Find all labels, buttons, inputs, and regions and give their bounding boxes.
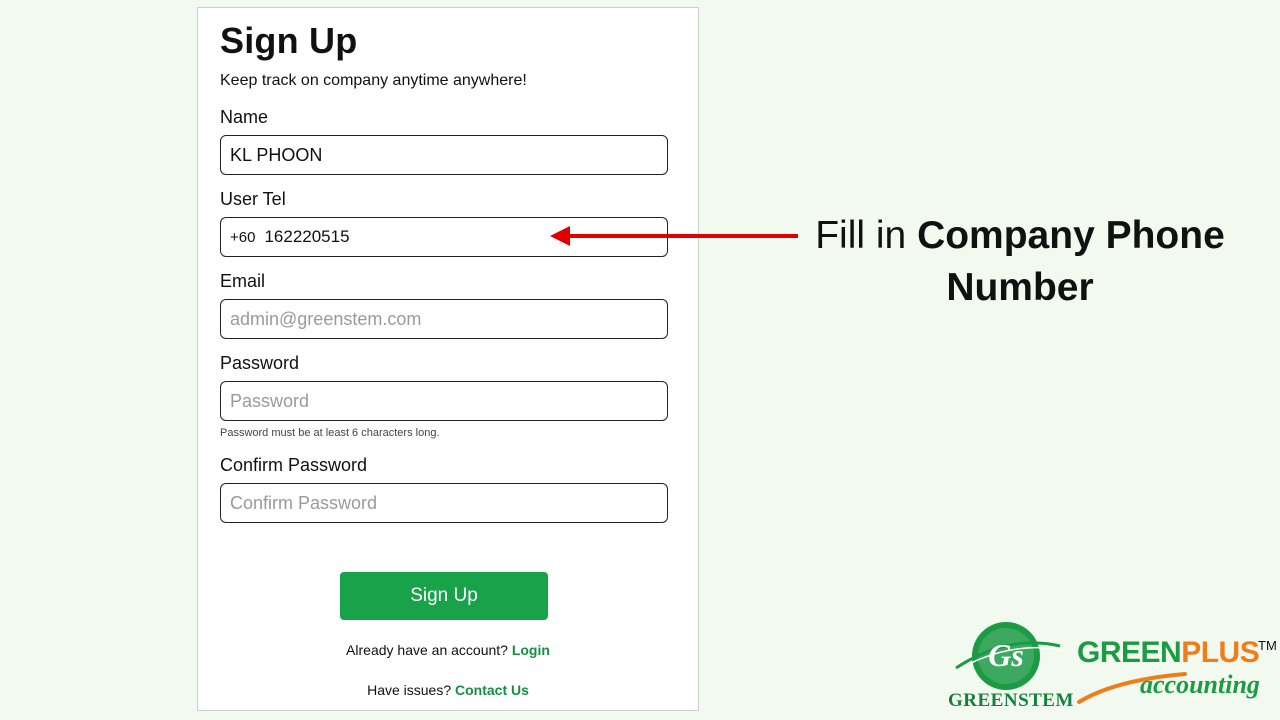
contact-link[interactable]: Contact Us xyxy=(455,682,529,698)
greenplus-orange-text: PLUS xyxy=(1181,636,1260,669)
signup-card: Sign Up Keep track on company anytime an… xyxy=(197,7,699,711)
callout-text-bold-1: Company Phone xyxy=(917,214,1225,257)
password-field[interactable] xyxy=(220,381,668,421)
email-label: Email xyxy=(220,271,266,291)
greenplus-wordmark: GREENPLUS xyxy=(1077,636,1260,670)
contact-row: Have issues? Contact Us xyxy=(198,682,698,698)
confirm-password-input[interactable] xyxy=(230,484,658,522)
name-field[interactable] xyxy=(220,135,668,175)
login-row: Already have an account? Login xyxy=(198,642,698,658)
confirm-password-field[interactable] xyxy=(220,483,668,523)
name-input[interactable] xyxy=(230,136,658,174)
greenstem-emblem-icon: Gs xyxy=(953,622,1063,690)
email-field[interactable] xyxy=(220,299,668,339)
page-subtitle: Keep track on company anytime anywhere! xyxy=(220,72,527,89)
greenplus-green-text: GREEN xyxy=(1077,636,1182,669)
signup-button[interactable]: Sign Up xyxy=(340,572,548,620)
email-input[interactable] xyxy=(230,300,658,338)
annotation-arrow xyxy=(550,226,798,246)
login-prompt: Already have an account? xyxy=(346,642,508,658)
annotation-callout: Fill in Company Phone Number xyxy=(800,210,1240,314)
issues-prompt: Have issues? xyxy=(367,682,452,698)
login-link[interactable]: Login xyxy=(512,642,550,658)
country-code[interactable]: +60 xyxy=(230,229,255,246)
password-hint: Password must be at least 6 characters l… xyxy=(220,427,440,439)
callout-text-bold-2: Number xyxy=(946,266,1094,309)
password-label: Password xyxy=(220,353,300,373)
confirm-password-label: Confirm Password xyxy=(220,455,368,475)
callout-text-plain: Fill in xyxy=(815,214,918,257)
greenplus-logo: GREENPLUS TM accounting xyxy=(1075,636,1277,706)
greenplus-tm: TM xyxy=(1258,638,1277,653)
greenstem-logo: Gs GREENSTEM xyxy=(948,620,1074,716)
page-title: Sign Up xyxy=(220,20,358,61)
greenstem-wordmark: GREENSTEM xyxy=(948,690,1074,711)
tel-label: User Tel xyxy=(220,189,286,209)
greenplus-subtitle: accounting xyxy=(1140,670,1260,699)
greenstem-mark: Gs xyxy=(988,637,1024,673)
name-label: Name xyxy=(220,107,269,127)
password-input[interactable] xyxy=(230,382,658,420)
